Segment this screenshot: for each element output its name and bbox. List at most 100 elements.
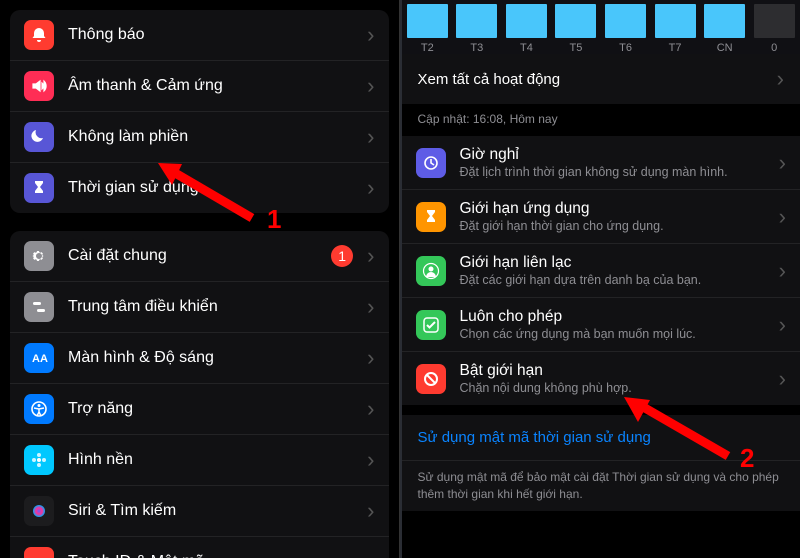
- chevron-right-icon: ›: [367, 296, 374, 318]
- settings-row-brightness[interactable]: AA Màn hình & Độ sáng ›: [10, 333, 389, 384]
- block-icon: [416, 364, 446, 394]
- annotation-number-2: 2: [740, 443, 754, 474]
- chart-bar: [506, 4, 547, 38]
- chart-day-T3: T3: [452, 4, 502, 54]
- chart-bar: [555, 4, 596, 38]
- screentime-option-check[interactable]: Luôn cho phépChọn các ứng dụng mà bạn mu…: [402, 298, 800, 352]
- option-subtitle: Đặt các giới hạn dựa trên danh bạ của bạ…: [460, 273, 773, 287]
- option-text: Giới hạn ứng dụngĐặt giới hạn thời gian …: [460, 200, 773, 233]
- settings-row-moon[interactable]: Không làm phiền ›: [10, 112, 389, 163]
- chart-day-T6: T6: [601, 4, 651, 54]
- chart-day-label: CN: [717, 42, 733, 54]
- chevron-right-icon: ›: [367, 177, 374, 199]
- view-all-activity-row[interactable]: Xem tất cả hoạt động ›: [402, 54, 800, 104]
- screentime-option-clock[interactable]: Giờ nghỉĐặt lịch trình thời gian không s…: [402, 136, 800, 190]
- option-text: Luôn cho phépChọn các ứng dụng mà bạn mu…: [460, 308, 773, 341]
- settings-row-bell[interactable]: Thông báo›: [10, 10, 389, 61]
- settings-group-2: Cài đặt chung1 › Trung tâm điều khiển › AA Mà…: [10, 231, 389, 558]
- sound-icon: [24, 71, 54, 101]
- option-title: Luôn cho phép: [460, 308, 773, 326]
- option-title: Bật giới hạn: [460, 362, 773, 380]
- chart-day-T5: T5: [551, 4, 601, 54]
- switches-icon: [24, 292, 54, 322]
- annotation-number-1: 1: [267, 204, 281, 235]
- chart-day-CN: CN: [700, 4, 750, 54]
- chevron-right-icon: ›: [779, 152, 786, 174]
- settings-row-sound[interactable]: Âm thanh & Cảm ứng ›: [10, 61, 389, 112]
- chart-day-label: T3: [470, 42, 483, 54]
- chart-bar: [407, 4, 448, 38]
- settings-row-label: Cài đặt chung: [68, 247, 331, 265]
- chart-day-label: T5: [570, 42, 583, 54]
- chart-bar: [704, 4, 745, 38]
- option-subtitle: Chọn các ứng dụng mà bạn muốn mọi lúc.: [460, 327, 773, 341]
- view-all-activity-label: Xem tất cả hoạt động: [418, 71, 561, 88]
- chevron-right-icon: ›: [779, 314, 786, 336]
- settings-row-label: Không làm phiền: [68, 128, 361, 146]
- hourglass-icon: [24, 173, 54, 203]
- chart-day-label: T4: [520, 42, 533, 54]
- settings-row-label: Trung tâm điều khiển: [68, 298, 361, 316]
- option-subtitle: Chặn nội dung không phù hợp.: [460, 381, 773, 395]
- option-text: Giờ nghỉĐặt lịch trình thời gian không s…: [460, 146, 773, 179]
- accessibility-icon: [24, 394, 54, 424]
- settings-row-label: Siri & Tìm kiếm: [68, 502, 361, 520]
- settings-row-label: Thông báo: [68, 26, 361, 44]
- hourglass-icon: [416, 202, 446, 232]
- option-title: Giờ nghỉ: [460, 146, 773, 164]
- chart-bar: [605, 4, 646, 38]
- settings-row-accessibility[interactable]: Trợ năng ›: [10, 384, 389, 435]
- chevron-right-icon: ›: [367, 75, 374, 97]
- fingerprint-icon: [24, 547, 54, 558]
- option-text: Giới hạn liên lạcĐặt các giới hạn dựa tr…: [460, 254, 773, 287]
- settings-row-label: Hình nền: [68, 451, 361, 469]
- option-subtitle: Đặt lịch trình thời gian không sử dụng m…: [460, 165, 773, 179]
- option-text: Bật giới hạnChặn nội dung không phù hợp.: [460, 362, 773, 395]
- settings-group-1: Thông báo›Âm thanh & Cảm ứng›Không làm p…: [10, 10, 389, 213]
- brightness-icon: AA: [24, 343, 54, 373]
- option-title: Giới hạn liên lạc: [460, 254, 773, 272]
- chart-day-label: T6: [619, 42, 632, 54]
- clock-icon: [416, 148, 446, 178]
- weekly-chart: T2 T3 T4 T5 T6 T7 CN 0: [402, 0, 800, 54]
- chevron-right-icon: ›: [779, 260, 786, 282]
- settings-row-siri[interactable]: Siri & Tìm kiếm ›: [10, 486, 389, 537]
- svg-text:AA: AA: [32, 353, 48, 365]
- screentime-option-hourglass[interactable]: Giới hạn ứng dụngĐặt giới hạn thời gian …: [402, 190, 800, 244]
- chevron-right-icon: ›: [367, 245, 374, 267]
- check-icon: [416, 310, 446, 340]
- chart-bar: [456, 4, 497, 38]
- settings-row-gear[interactable]: Cài đặt chung1 ›: [10, 231, 389, 282]
- chevron-right-icon: ›: [367, 500, 374, 522]
- settings-row-label: Touch ID & Mật mã: [68, 553, 361, 558]
- contacts-icon: [416, 256, 446, 286]
- settings-row-fingerprint[interactable]: Touch ID & Mật mã ›: [10, 537, 389, 558]
- chart-day-T2: T2: [403, 4, 453, 54]
- settings-row-switches[interactable]: Trung tâm điều khiển ›: [10, 282, 389, 333]
- siri-icon: [24, 496, 54, 526]
- settings-row-hourglass[interactable]: Thời gian sử dụng ›: [10, 163, 389, 213]
- screentime-pane: T2 T3 T4 T5 T6 T7 CN 0 Xem tất cả hoạt động › C…: [402, 0, 800, 558]
- settings-row-flower[interactable]: Hình nền›: [10, 435, 389, 486]
- chart-day-label: T7: [669, 42, 682, 54]
- chart-tick-label: 0: [771, 42, 777, 54]
- last-updated-text: Cập nhật: 16:08, Hôm nay: [402, 104, 800, 136]
- settings-row-label: Âm thanh & Cảm ứng: [68, 77, 361, 95]
- chart-day-T4: T4: [502, 4, 552, 54]
- chevron-right-icon: ›: [367, 126, 374, 148]
- screentime-option-block[interactable]: Bật giới hạnChặn nội dung không phù hợp.…: [402, 352, 800, 405]
- settings-row-label: Trợ năng: [68, 400, 361, 418]
- flower-icon: [24, 445, 54, 475]
- screentime-option-contacts[interactable]: Giới hạn liên lạcĐặt các giới hạn dựa tr…: [402, 244, 800, 298]
- option-subtitle: Đặt giới hạn thời gian cho ứng dụng.: [460, 219, 773, 233]
- settings-row-label: Màn hình & Độ sáng: [68, 349, 361, 367]
- settings-row-label: Thời gian sử dụng: [68, 179, 361, 197]
- chart-day-label: T2: [421, 42, 434, 54]
- chevron-right-icon: ›: [367, 551, 374, 558]
- chevron-right-icon: ›: [779, 206, 786, 228]
- notification-badge: 1: [331, 245, 353, 267]
- chevron-right-icon: ›: [367, 347, 374, 369]
- chevron-right-icon: ›: [777, 68, 784, 90]
- chevron-right-icon: ›: [367, 398, 374, 420]
- chart-bar: [655, 4, 696, 38]
